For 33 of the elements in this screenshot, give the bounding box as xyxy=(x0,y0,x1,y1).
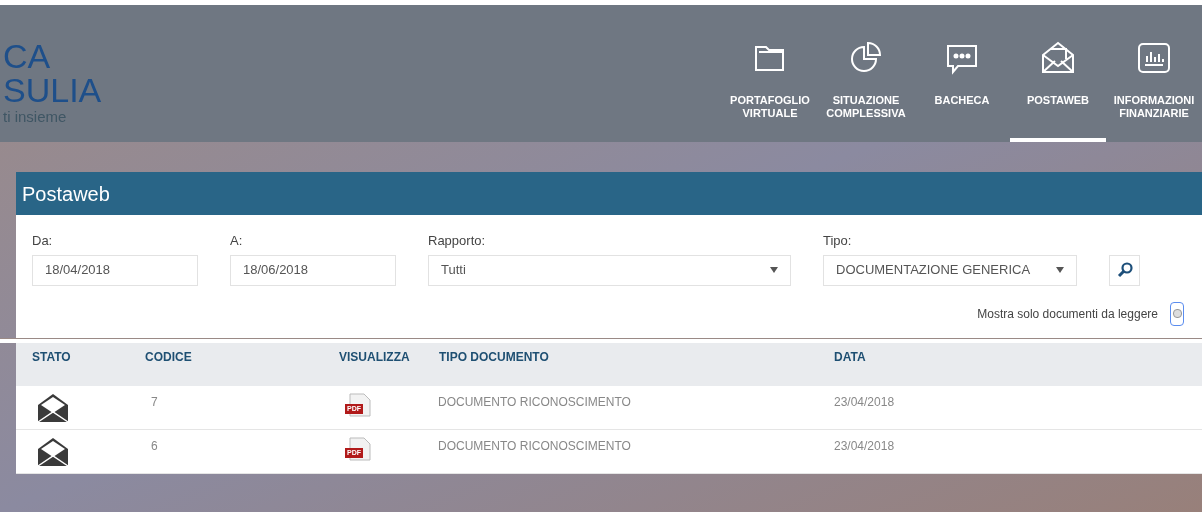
field-label: Tipo: xyxy=(823,232,853,250)
column-header: DATA xyxy=(834,349,867,366)
search-icon xyxy=(1116,262,1133,278)
table-cell-text: 6 xyxy=(150,438,159,455)
caret-icon xyxy=(1056,267,1064,273)
caret-icon xyxy=(770,267,778,273)
open-envelope-icon xyxy=(36,437,70,467)
checkbox-label: Mostra solo documenti da leggere xyxy=(977,305,1158,323)
dropdown[interactable]: DOCUMENTAZIONE GENERICA xyxy=(823,254,1077,286)
logo-text: SULIA xyxy=(2,73,103,107)
date-field[interactable]: 18/06/2018 xyxy=(230,254,396,286)
nav-tab[interactable]: SITUAZIONE COMPLESSIVA xyxy=(818,39,914,142)
field-label: A: xyxy=(230,232,244,250)
date-field[interactable]: 18/04/2018 xyxy=(32,254,198,286)
table-cell-text: 7 xyxy=(150,394,159,411)
column-header: VISUALIZZA xyxy=(339,349,411,366)
open-envelope-icon xyxy=(36,393,70,423)
column-header: TIPO DOCUMENTO xyxy=(439,349,550,366)
nav-tab[interactable]: PORTAFOGLIO VIRTUALE xyxy=(722,39,818,142)
nav-tab[interactable]: BACHECA xyxy=(914,39,1010,142)
field-label: Da: xyxy=(32,232,54,250)
column-header: CODICE xyxy=(145,349,193,366)
dropdown[interactable]: Tutti xyxy=(428,254,791,286)
panel-title: Postaweb xyxy=(22,181,110,207)
unread-only-checkbox[interactable] xyxy=(1170,301,1184,326)
table-cell-text: 23/04/2018 xyxy=(834,394,896,411)
field-label: Rapporto: xyxy=(428,232,487,250)
logo-text: CA xyxy=(2,39,52,73)
column-header: STATO xyxy=(32,349,72,366)
nav-tab[interactable]: POSTAWEB xyxy=(1010,39,1106,142)
table-cell-text: 23/04/2018 xyxy=(834,438,896,455)
nav-tab[interactable]: INFORMAZIONI FINANZIARIE xyxy=(1106,39,1202,142)
search-button[interactable] xyxy=(1109,254,1140,286)
